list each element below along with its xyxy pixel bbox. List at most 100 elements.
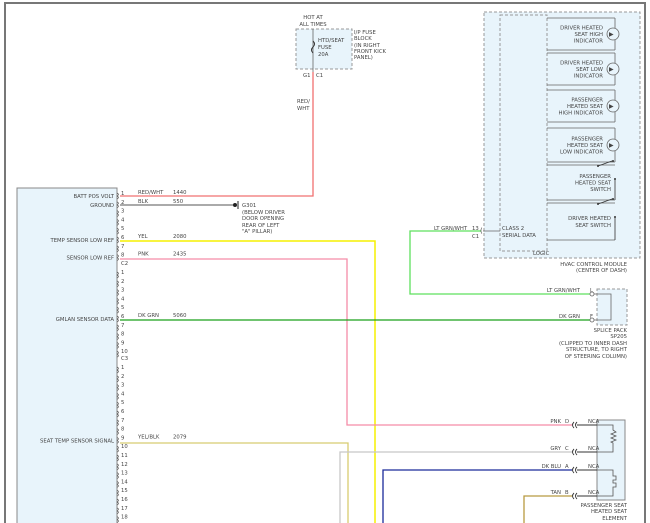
wire-color-label: DK GRN — [138, 313, 159, 319]
wire-color-label: BLK — [138, 199, 149, 205]
pin-number: 15 — [121, 488, 128, 494]
pin-number: 3 — [121, 288, 124, 294]
hot-label: HOT AT — [303, 15, 323, 21]
pin-function-label: SEAT TEMP SENSOR SIGNAL — [40, 438, 114, 444]
pin-number: 5 — [121, 305, 124, 311]
circuit-number: 2079 — [173, 434, 186, 440]
hvac-item-label: DRIVER HEATED — [560, 60, 603, 66]
connector-label: NCA — [588, 419, 600, 425]
hvac-item-label: DRIVER HEATED — [560, 25, 603, 31]
wire-color-label: YEL/BLK — [137, 434, 160, 440]
seat-pin: A — [565, 464, 569, 470]
connector-label: NCA — [588, 464, 600, 470]
pin-number: 14 — [121, 479, 128, 485]
splice-pin: F — [590, 314, 593, 320]
pin-number: 13 — [121, 471, 128, 477]
pin-number: 6 — [121, 409, 125, 415]
pin-function-label: TEMP SENSOR LOW REF — [49, 238, 114, 244]
wire-pnk — [120, 258, 572, 426]
pin-number: 4 — [121, 296, 125, 302]
hvac-item-label: SWITCH — [590, 187, 611, 193]
pin-number: 9 — [121, 435, 124, 441]
circuit-number: 550 — [173, 199, 184, 205]
pin-number: 3 — [121, 209, 124, 215]
wire-color-label: DK BLU — [542, 464, 562, 470]
pin-number: 1 — [121, 270, 124, 276]
circuit-number: 1440 — [173, 190, 187, 196]
fuse-location: BLOCK — [354, 36, 372, 42]
pin-number: 7 — [121, 244, 124, 250]
fuse-connector: C1 — [316, 73, 323, 79]
ground-location: "A" PILLAR) — [242, 229, 272, 235]
logic-label: LOGIC — [533, 251, 550, 257]
pin-number: 4 — [121, 391, 125, 397]
hvac-item-label: PASSENGER — [571, 97, 603, 103]
pin-number: 6 — [121, 314, 125, 320]
hvac-item-label: HIGH INDICATOR — [559, 111, 604, 117]
hvac-item-label: HEATED SEAT — [567, 143, 604, 149]
led-symbol: ▶ — [609, 142, 614, 149]
serial-data-label: SERIAL DATA — [502, 233, 536, 239]
circuit-number: 5060 — [173, 313, 187, 319]
hvac-control-module: ▶DRIVER HEATEDSEAT HIGHINDICATOR▶DRIVER … — [434, 11, 641, 274]
ground-id: G301 — [242, 203, 256, 209]
hvac-pin: 13 — [472, 226, 479, 232]
hot-label: ALL TIMES — [299, 22, 327, 28]
pin-number: 7 — [121, 323, 124, 329]
pin-number: 10 — [121, 349, 128, 355]
pin-number: 9 — [121, 340, 124, 346]
hvac-item-label: LOW INDICATOR — [560, 150, 603, 156]
hvac-item-label: INDICATOR — [574, 39, 603, 45]
wire-color-label: YEL — [137, 234, 148, 240]
pin-number: 1 — [121, 365, 124, 371]
pin-function-label: SENSOR LOW REF — [67, 256, 115, 262]
pin-number: 10 — [121, 444, 128, 450]
wire-color-label: RED/ — [297, 99, 310, 105]
pin-number: 2 — [121, 200, 124, 206]
wire-red-wht — [120, 72, 314, 197]
wiring-diagram: HOT AT ALL TIMES HTD/SEAT FUSE 20A I/P F… — [4, 2, 646, 523]
wire-color-label: GRY — [550, 446, 561, 452]
fuse-pin: G1 — [303, 73, 310, 79]
pin-number: 8 — [121, 332, 125, 338]
hvac-item-label: SEAT LOW — [576, 67, 604, 73]
wire-color-label: WHT — [297, 106, 310, 112]
pin-number: 17 — [121, 506, 128, 512]
led-symbol: ▶ — [609, 103, 614, 110]
fuse-block: HOT AT ALL TIMES HTD/SEAT FUSE 20A I/P F… — [295, 15, 387, 112]
hvac-item-label: SEAT SWITCH — [575, 223, 611, 229]
pin-number: 3 — [121, 383, 124, 389]
pin-number: 12 — [121, 462, 128, 468]
seat-element-name: HEATED SEAT — [591, 509, 628, 515]
led-symbol: ▶ — [609, 31, 614, 38]
pin-number: 8 — [121, 253, 125, 259]
splice-id: SP205 — [610, 334, 627, 340]
pin-number: 8 — [121, 427, 125, 433]
ground-g301: G301 (BELOW DRIVER DOOR OPENING REAR OF … — [233, 201, 285, 235]
wire-yel-blk — [120, 442, 349, 523]
fuse-rating: 20A — [318, 52, 329, 58]
splice-location: OF STEERING COLUMN) — [565, 354, 627, 360]
hvac-item-label: SEAT HIGH — [575, 32, 603, 38]
serial-data-label: CLASS 2 — [502, 226, 524, 232]
fuse-name: FUSE — [318, 45, 332, 51]
circuit-number: 2080 — [173, 234, 187, 240]
seat-pin: B — [565, 490, 569, 496]
pin-number: 7 — [121, 418, 124, 424]
wire-yel — [120, 240, 376, 523]
hvac-item-label: DRIVER HEATED — [568, 216, 611, 222]
pin-number: 4 — [121, 217, 125, 223]
ground-location: DOOR OPENING — [242, 216, 284, 222]
hvac-item-label: PASSENGER — [571, 136, 603, 142]
wire-color-label: PNK — [550, 419, 561, 425]
pin-number: 16 — [121, 497, 128, 503]
fuse-name: HTD/SEAT — [318, 38, 345, 44]
connector-label: C3 — [121, 356, 128, 362]
led-symbol: ▶ — [609, 66, 614, 73]
hvac-item-label: HEATED SEAT — [567, 104, 604, 110]
splice-location: STRUCTURE, TO RIGHT — [566, 347, 628, 353]
wire-tan — [523, 495, 572, 523]
pin-function-label: GROUND — [90, 203, 114, 209]
wire-color-label: DK GRN — [559, 314, 580, 320]
pin-number: 6 — [121, 235, 125, 241]
